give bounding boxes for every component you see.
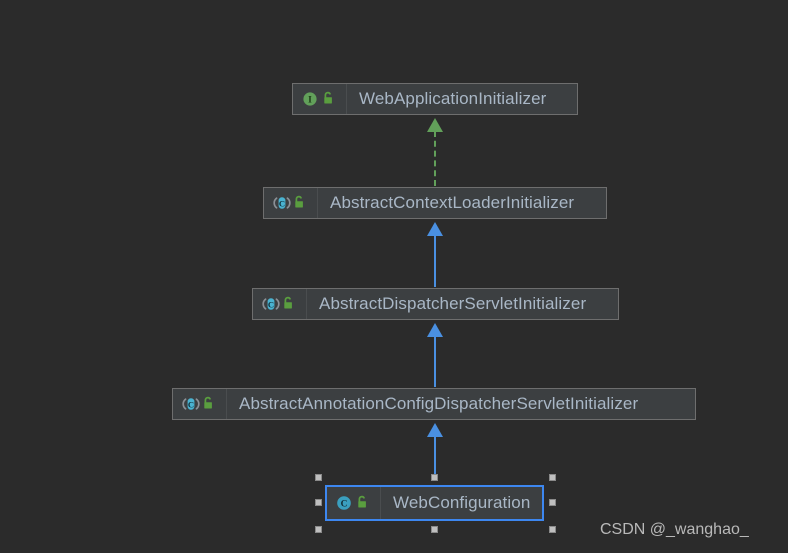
- svg-text:C: C: [188, 399, 194, 409]
- node-icon-group: C: [264, 188, 318, 218]
- node-label: AbstractContextLoaderInitializer: [330, 193, 575, 212]
- svg-text:I: I: [308, 96, 312, 106]
- uml-node-web-application-initializer[interactable]: I WebApplicationInitializer: [292, 83, 578, 115]
- selection-handle-middle-right[interactable]: [549, 499, 556, 506]
- selection-handle-bottom-center[interactable]: [431, 526, 438, 533]
- node-label: AbstractDispatcherServletInitializer: [319, 294, 587, 313]
- public-lock-icon: [293, 195, 309, 211]
- selection-handle-bottom-left[interactable]: [315, 526, 322, 533]
- node-icon-group: C: [327, 487, 381, 519]
- uml-node-abstract-annotation-config-dispatcher-servlet-initializer[interactable]: C AbstractAnnotationConfigDispatcherServl…: [172, 388, 696, 420]
- node-label: WebApplicationInitializer: [359, 89, 547, 108]
- uml-node-abstract-context-loader-initializer[interactable]: C AbstractContextLoaderInitializer: [263, 187, 607, 219]
- edge-line: [434, 235, 436, 287]
- uml-diagram-canvas[interactable]: CSDN @_wanghao_ I WebApplicationInitializ…: [0, 0, 788, 553]
- uml-edge-extends[interactable]: [427, 222, 443, 287]
- svg-text:C: C: [279, 198, 285, 208]
- class-icon: C: [336, 495, 352, 511]
- arrowhead-extends: [427, 423, 443, 437]
- svg-text:C: C: [268, 299, 274, 309]
- public-lock-icon: [202, 396, 218, 412]
- abstract-class-icon: C: [262, 296, 280, 312]
- watermark-text: CSDN @_wanghao_: [600, 521, 749, 538]
- public-lock-icon: [322, 91, 338, 107]
- node-label: WebConfiguration: [393, 493, 531, 512]
- node-icon-group: I: [293, 84, 347, 114]
- uml-edge-extends[interactable]: [427, 323, 443, 387]
- svg-text:C: C: [341, 500, 348, 510]
- edge-line: [434, 436, 436, 478]
- edge-line: [434, 336, 436, 387]
- node-icon-group: C: [253, 289, 307, 319]
- abstract-class-icon: C: [273, 195, 291, 211]
- edge-line: [434, 131, 436, 186]
- selection-handle-top-left[interactable]: [315, 474, 322, 481]
- node-icon-group: C: [173, 389, 227, 419]
- selection-handle-bottom-right[interactable]: [549, 526, 556, 533]
- uml-edge-implements[interactable]: [427, 118, 443, 186]
- uml-node-abstract-dispatcher-servlet-initializer[interactable]: C AbstractDispatcherServletInitializer: [252, 288, 619, 320]
- selection-handle-top-right[interactable]: [549, 474, 556, 481]
- public-lock-icon: [356, 495, 372, 511]
- abstract-class-icon: C: [182, 396, 200, 412]
- arrowhead-extends: [427, 323, 443, 337]
- arrowhead-extends: [427, 222, 443, 236]
- arrowhead-implements: [427, 118, 443, 132]
- selection-handle-middle-left[interactable]: [315, 499, 322, 506]
- public-lock-icon: [282, 296, 298, 312]
- interface-icon: I: [302, 91, 318, 107]
- selection-handle-top-center[interactable]: [431, 474, 438, 481]
- node-label: AbstractAnnotationConfigDispatcherServle…: [239, 394, 639, 413]
- uml-node-web-configuration[interactable]: C WebConfiguration: [325, 485, 544, 521]
- uml-edge-extends[interactable]: [427, 423, 443, 478]
